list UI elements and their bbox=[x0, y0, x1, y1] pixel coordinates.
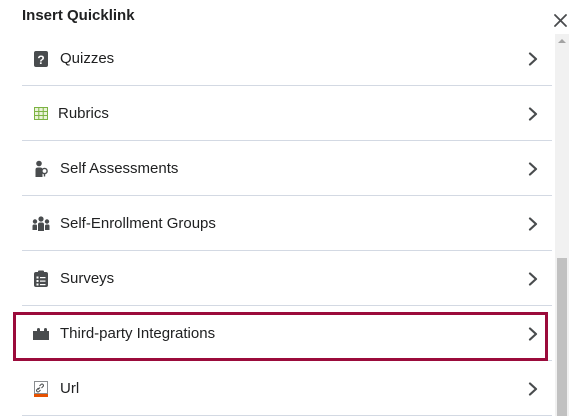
list-item-label: Third-party Integrations bbox=[60, 325, 216, 342]
list-item-rubrics[interactable]: Rubrics bbox=[22, 87, 552, 141]
close-button[interactable] bbox=[550, 10, 570, 30]
chevron-right-icon bbox=[526, 216, 540, 232]
list-item-surveys[interactable]: Surveys bbox=[22, 252, 552, 306]
chevron-right-icon bbox=[526, 106, 540, 122]
chevron-right-icon bbox=[526, 161, 540, 177]
quiz-icon: ? bbox=[32, 50, 50, 68]
svg-text:?: ? bbox=[37, 53, 44, 67]
list-item-label: Quizzes bbox=[60, 50, 115, 67]
list-item-label: Surveys bbox=[60, 270, 115, 287]
scroll-up-arrow-icon[interactable] bbox=[555, 34, 569, 48]
list-item-quizzes[interactable]: ? Quizzes bbox=[22, 32, 552, 86]
list-item-url[interactable]: Url bbox=[22, 362, 552, 416]
survey-icon bbox=[32, 270, 50, 288]
chevron-right-icon bbox=[526, 326, 540, 342]
list-item-third-party-integrations[interactable]: Third-party Integrations bbox=[22, 307, 552, 361]
chevron-right-icon bbox=[526, 271, 540, 287]
groups-icon bbox=[32, 215, 50, 233]
chevron-right-icon bbox=[526, 381, 540, 397]
list-item-self-assessments[interactable]: Self Assessments bbox=[22, 142, 552, 196]
rubric-grid-icon bbox=[32, 105, 50, 123]
quicklink-list: ? Quizzes Rubrics Self Assessments Self-… bbox=[0, 32, 552, 416]
list-item-label: Self-Enrollment Groups bbox=[60, 215, 216, 232]
dialog-title: Insert Quicklink bbox=[22, 7, 135, 24]
url-link-icon bbox=[32, 380, 50, 398]
list-item-label: Self Assessments bbox=[60, 160, 179, 177]
close-icon bbox=[553, 13, 567, 27]
list-item-label: Url bbox=[60, 380, 80, 397]
puzzle-icon bbox=[32, 325, 50, 343]
self-assessment-icon bbox=[32, 160, 50, 178]
scrollbar-thumb[interactable] bbox=[557, 258, 567, 416]
chevron-right-icon bbox=[526, 51, 540, 67]
list-item-label: Rubrics bbox=[58, 105, 109, 122]
vertical-scrollbar[interactable] bbox=[555, 34, 569, 416]
list-item-self-enrollment-groups[interactable]: Self-Enrollment Groups bbox=[22, 197, 552, 251]
